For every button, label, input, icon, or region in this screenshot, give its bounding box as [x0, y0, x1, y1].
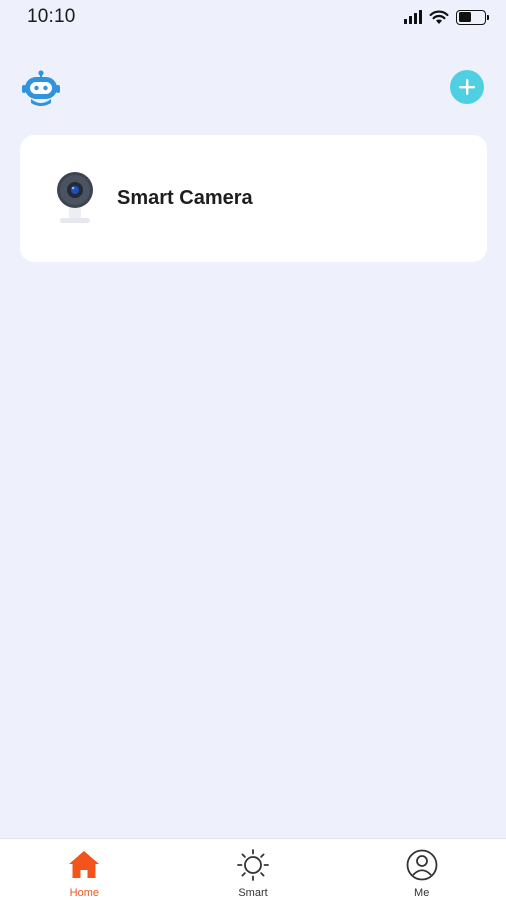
cellular-signal-icon [404, 10, 422, 24]
tab-home[interactable]: Home [0, 839, 169, 900]
battery-icon [456, 9, 489, 25]
device-name: Smart Camera [117, 187, 253, 209]
tab-smart[interactable]: Smart [169, 839, 338, 900]
status-bar: 10:10 [0, 0, 506, 34]
tab-label-me: Me [414, 887, 430, 899]
home-header [0, 60, 506, 116]
add-device-button[interactable] [450, 70, 484, 104]
wifi-icon [429, 10, 449, 24]
home-icon [69, 851, 100, 878]
person-icon [406, 849, 438, 881]
device-card-smart-camera[interactable]: Smart Camera [20, 135, 487, 262]
smart-camera-image [57, 172, 93, 223]
tab-me[interactable]: Me [337, 839, 506, 900]
tab-label-home: Home [69, 887, 99, 899]
robot-avatar-icon[interactable] [20, 67, 62, 109]
tab-label-smart: Smart [238, 887, 268, 899]
sun-icon [237, 849, 269, 881]
battery-level [458, 12, 471, 22]
status-time: 10:10 [27, 6, 76, 27]
status-icons [404, 8, 489, 26]
add-icon [459, 79, 475, 95]
bottom-tab-bar: Home Smart Me [0, 838, 506, 900]
